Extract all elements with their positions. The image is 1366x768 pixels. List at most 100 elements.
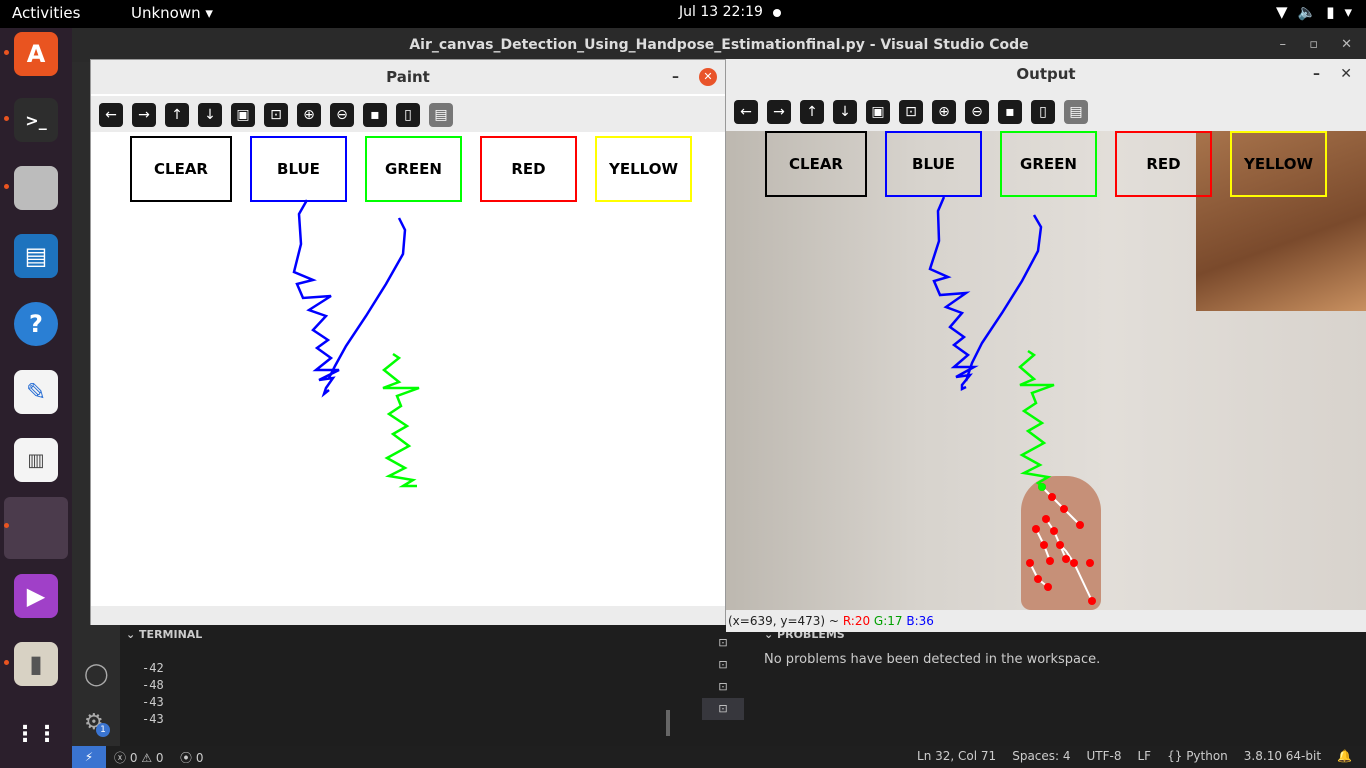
python-interpreter[interactable]: 3.8.10 64-bit <box>1244 749 1321 763</box>
account-icon[interactable]: ◯ <box>84 662 109 687</box>
output-window: Output – ✕ ← → ↑ ↓ ▣ ⊡ ⊕ ⊖ ▪ ▯ ▤ CLEAR B… <box>726 59 1366 632</box>
pan-left-icon[interactable]: ← <box>99 103 123 127</box>
pan-up-icon[interactable]: ↑ <box>165 103 189 127</box>
paint-status-strip <box>91 606 725 625</box>
zoom-in-icon[interactable]: ⊕ <box>297 103 321 127</box>
maximize-icon[interactable]: ▫ <box>1309 28 1318 62</box>
activities-button[interactable]: Activities <box>12 4 80 22</box>
pan-up-icon[interactable]: ↑ <box>800 100 824 124</box>
paint-canvas[interactable]: CLEAR BLUE GREEN RED YELLOW <box>91 134 725 606</box>
system-tray[interactable]: ▼ 🔈 ▮ ▾ <box>1276 3 1366 21</box>
line-ending[interactable]: LF <box>1138 749 1152 763</box>
media-player-icon[interactable]: ▶ <box>14 574 58 618</box>
close-icon[interactable]: ✕ <box>1341 28 1352 62</box>
minimize-icon[interactable]: – <box>672 60 679 94</box>
fingertip-cursor <box>1038 483 1046 491</box>
pan-right-icon[interactable]: → <box>132 103 156 127</box>
cursor-position[interactable]: Ln 32, Col 71 <box>917 749 996 763</box>
paint-toolbar: ← → ↑ ↓ ▣ ⊡ ⊕ ⊖ ▪ ▯ ▤ <box>91 96 725 132</box>
zoom-in-icon[interactable]: ⊕ <box>932 100 956 124</box>
output-overlay <box>928 196 1096 605</box>
terminal-line: -42 <box>142 661 164 675</box>
chevron-down-icon: ⌄ <box>126 628 140 641</box>
pan-left-icon[interactable]: ← <box>734 100 758 124</box>
terminal-icon[interactable]: >_ <box>14 98 58 142</box>
camera-feed[interactable]: CLEAR BLUE GREEN RED YELLOW <box>726 131 1366 610</box>
app-menu[interactable]: Unknown ▾ <box>131 4 213 22</box>
archive-icon[interactable]: ▮ <box>14 642 58 686</box>
zoom-image-icon[interactable]: ▣ <box>231 103 255 127</box>
indentation[interactable]: Spaces: 4 <box>1012 749 1070 763</box>
error-icon: ⓧ <box>114 751 127 765</box>
minimize-icon[interactable]: – <box>1313 59 1320 89</box>
document-viewer-icon[interactable]: ▥ <box>14 438 58 482</box>
properties-icon[interactable]: ▤ <box>429 103 453 127</box>
terminal-scrollbar[interactable] <box>666 710 670 736</box>
close-icon[interactable]: ✕ <box>1340 59 1352 89</box>
battery-icon: ▮ <box>1326 3 1335 21</box>
terminal-tab-icon[interactable]: ⊡ <box>702 698 744 720</box>
software-center-icon[interactable]: A <box>14 32 58 76</box>
blue-stroke <box>964 214 1043 382</box>
text-editor-icon[interactable]: ✎ <box>14 370 58 414</box>
language-mode[interactable]: {} Python <box>1167 749 1228 763</box>
problems-message: No problems have been detected in the wo… <box>764 652 1101 667</box>
clock[interactable]: Jul 13 22:19 <box>679 4 763 20</box>
notifications-bell-icon[interactable]: 🔔 <box>1337 749 1352 763</box>
ports-status[interactable]: ⦿ 0 <box>180 749 203 766</box>
dock-running-dot <box>4 50 9 55</box>
dock: A >_ ▤ ? ✎ ▥ ▶ ▮ ⋮⋮ <box>0 28 72 768</box>
copy-clipboard-icon[interactable]: ▯ <box>1031 100 1055 124</box>
output-status-bar: (x=639, y=473) ~ R:20 G:17 B:36 <box>726 611 1366 631</box>
files-icon[interactable] <box>14 166 58 210</box>
save-icon[interactable]: ▪ <box>363 103 387 127</box>
zoom-image-icon[interactable]: ▣ <box>866 100 890 124</box>
braces-icon: {} <box>1167 749 1187 763</box>
terminal-tabs: ⊡ ⊡ ⊡ ⊡ <box>702 632 744 746</box>
terminal-tab-icon[interactable]: ⊡ <box>702 676 744 698</box>
zoom-fit-icon[interactable]: ⊡ <box>899 100 923 124</box>
wifi-icon: ▼ <box>1275 3 1288 21</box>
paint-titlebar: Paint – ✕ <box>91 60 725 94</box>
zoom-fit-icon[interactable]: ⊡ <box>264 103 288 127</box>
paint-window: Paint – ✕ ← → ↑ ↓ ▣ ⊡ ⊕ ⊖ ▪ ▯ ▤ CLEAR BL… <box>90 59 726 625</box>
encoding[interactable]: UTF-8 <box>1087 749 1122 763</box>
dock-active-highlight <box>4 497 68 559</box>
dock-running-dot <box>4 116 9 121</box>
help-icon[interactable]: ? <box>14 302 58 346</box>
blue-stroke <box>928 196 979 392</box>
zoom-out-icon[interactable]: ⊖ <box>330 103 354 127</box>
terminal-header[interactable]: ⌄ TERMINAL <box>126 628 202 641</box>
properties-icon[interactable]: ▤ <box>1064 100 1088 124</box>
terminal-tab-icon[interactable]: ⊡ <box>702 632 744 654</box>
save-icon[interactable]: ▪ <box>998 100 1022 124</box>
vscode-title: Air_canvas_Detection_Using_Handpose_Esti… <box>409 37 1029 53</box>
pan-down-icon[interactable]: ↓ <box>198 103 222 127</box>
paint-title: Paint <box>386 68 430 86</box>
pixel-b: B:36 <box>906 614 934 628</box>
top-bar: Activities Unknown ▾ Jul 13 22:19 ▼ 🔈 ▮ … <box>0 0 1366 28</box>
terminal-tab-icon[interactable]: ⊡ <box>702 654 744 676</box>
zoom-out-icon[interactable]: ⊖ <box>965 100 989 124</box>
minimize-icon[interactable]: – <box>1280 28 1287 62</box>
output-titlebar: Output – ✕ <box>726 59 1366 89</box>
writer-icon[interactable]: ▤ <box>14 234 58 278</box>
warning-icon: ⚠ <box>141 751 153 765</box>
output-title: Output <box>1016 65 1076 83</box>
problems-status[interactable]: ⓧ 0 ⚠ 0 <box>114 749 164 766</box>
copy-clipboard-icon[interactable]: ▯ <box>396 103 420 127</box>
terminal-line: -43 <box>142 712 164 726</box>
terminal-output[interactable]: -42 -48 -43 -43 <box>142 660 164 728</box>
show-apps-icon[interactable]: ⋮⋮ <box>14 712 58 756</box>
settings-badge: 1 <box>96 723 110 737</box>
terminal-panel[interactable]: ⌄ TERMINAL -42 -48 -43 -43 <box>120 624 700 746</box>
status-bar: ⚡ ⓧ 0 ⚠ 0 ⦿ 0 Ln 32, Col 71 Spaces: 4 UT… <box>72 746 1366 768</box>
green-stroke <box>381 352 420 488</box>
close-icon[interactable]: ✕ <box>699 68 717 86</box>
dock-running-dot <box>4 660 9 665</box>
pixel-coords: (x=639, y=473) ~ <box>728 614 839 628</box>
notification-dot <box>773 9 781 17</box>
pan-down-icon[interactable]: ↓ <box>833 100 857 124</box>
pan-right-icon[interactable]: → <box>767 100 791 124</box>
remote-icon[interactable]: ⚡ <box>72 746 106 768</box>
